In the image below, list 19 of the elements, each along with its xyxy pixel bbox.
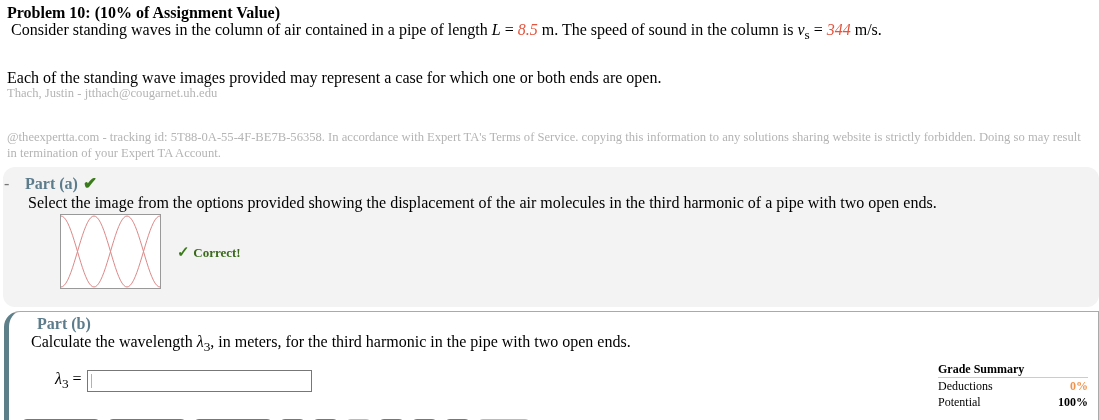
student-info: Thach, Justin - jtthach@cougarnet.uh.edu [7,86,218,102]
question-text: Calculate the wavelength λ$_{3}$, in meters, for the third harmonic in the pipe with two open ends. [31,333,632,357]
problem-title: Problem 10: (10% of Assignment Value) [7,4,282,21]
question-text: Select the image from the options provided showing the displacement of the air molecules in the third harmonic of a pipe with two open ends. [28,194,938,212]
grade-label: Potential [938,394,981,411]
grade-value: 100% [1058,394,1088,411]
answer-field[interactable] [86,370,312,393]
part-label: Part (b) [37,315,92,333]
collapse-toggle[interactable]: - [4,174,25,194]
tracking-notice: @theexpertta.com - tracking id: 5T88-0A-55-4F-BE7B-56358. In accordance with Expert TA's Terms of Service. copying this information to any solutions sharing website is strictly forbidden. Doing so may result in termination of your Expert TA Account. [7,129,1082,162]
problem-statement: Consider standing waves in the column of air contained in a pipe of length L = 8.5 m. The speed of sound in the column is v$_{s}$ = 344 m/s. [11,21,883,45]
grade-label: Deductions [938,378,993,395]
problem-note: Each of the standing wave images provided may represent a case for which one or both ends are open. [7,69,663,87]
part-label: Part (a) [25,174,78,194]
grade-value: 0% [1070,378,1088,395]
feedback-message: ✓ Correct! [177,242,241,261]
grade-summary-title: Grade Summary [938,362,1088,379]
answer-label: λ$_{3}$ = [55,370,82,393]
check-icon: ✔ [82,174,97,194]
